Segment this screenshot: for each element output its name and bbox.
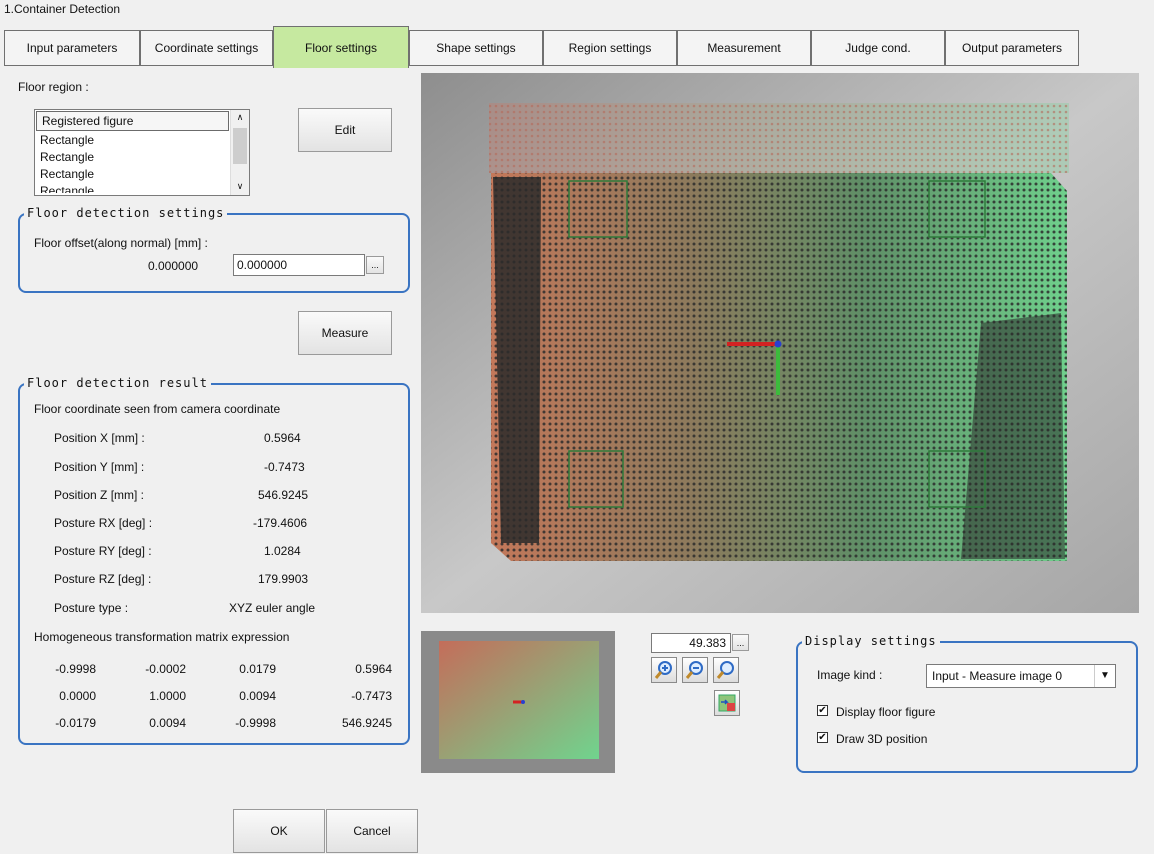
chevron-down-icon[interactable]: ▼: [1094, 665, 1115, 687]
floor-offset-label: Floor offset(along normal) [mm] :: [34, 236, 208, 250]
posture-rz-value: 179.9903: [258, 572, 309, 586]
posture-rz-label: Posture RZ [deg] :: [54, 572, 152, 586]
position-x-label: Position X [mm] :: [54, 431, 145, 445]
zoom-fit-button[interactable]: [713, 657, 739, 683]
window-title: 1.Container Detection: [4, 2, 121, 16]
posture-ry-label: Posture RY [deg] :: [54, 544, 152, 558]
edit-button[interactable]: Edit: [298, 108, 392, 152]
position-y-label: Position Y [mm] :: [54, 460, 145, 474]
tab-judge-cond[interactable]: Judge cond.: [811, 30, 945, 66]
image-kind-select[interactable]: Input - Measure image 0 ▼: [926, 664, 1116, 688]
matrix-cell: 546.9245: [341, 716, 392, 730]
position-y-value: -0.7473: [264, 460, 305, 474]
posture-ry-value: 1.0284: [264, 544, 301, 558]
position-x-value: 0.5964: [264, 431, 301, 445]
measurement-image-view[interactable]: [421, 73, 1139, 613]
floor-offset-ellipsis-button[interactable]: ...: [366, 256, 384, 274]
scrollbar-thumb[interactable]: [233, 128, 247, 164]
zoom-fit-icon: [716, 661, 734, 679]
matrix-cell: -0.7473: [351, 689, 392, 703]
position-z-value: 546.9245: [258, 488, 309, 502]
tab-region-settings[interactable]: Region settings: [543, 30, 677, 66]
image-swap-icon: [718, 694, 736, 712]
zoom-in-icon: [654, 661, 672, 679]
matrix-cell: -0.0179: [55, 716, 96, 730]
matrix-cell: 0.0094: [239, 689, 276, 703]
draw-3d-position-checkbox[interactable]: ✔: [817, 732, 828, 743]
display-floor-figure-checkbox[interactable]: ✔: [817, 705, 828, 716]
draw-3d-position-label: Draw 3D position: [836, 732, 928, 746]
image-kind-label: Image kind :: [817, 668, 883, 682]
tab-coordinate-settings[interactable]: Coordinate settings: [140, 30, 273, 66]
posture-type-label: Posture type :: [54, 601, 129, 615]
matrix-cell: -0.9998: [55, 662, 96, 676]
list-scrollbar[interactable]: ∧ ∨: [230, 110, 249, 195]
zoom-input[interactable]: 49.383: [651, 633, 731, 653]
thumbnail-image: [421, 631, 615, 773]
matrix-cell: 1.0000: [149, 689, 186, 703]
matrix-cell: -0.9998: [235, 716, 276, 730]
posture-rx-label: Posture RX [deg] :: [54, 516, 153, 530]
list-item[interactable]: Rectangle: [35, 149, 249, 166]
chevron-down-icon[interactable]: ∨: [231, 181, 249, 192]
ok-button[interactable]: OK: [233, 809, 325, 853]
tab-output-parameters[interactable]: Output parameters: [945, 30, 1079, 66]
chevron-up-icon[interactable]: ∧: [231, 112, 249, 123]
image-kind-value: Input - Measure image 0: [932, 669, 1063, 683]
overview-thumbnail[interactable]: [421, 631, 615, 773]
matrix-label: Homogeneous transformation matrix expres…: [34, 630, 290, 644]
zoom-in-button[interactable]: [651, 657, 677, 683]
matrix-cell: -0.0002: [145, 662, 186, 676]
position-z-label: Position Z [mm] :: [54, 488, 145, 502]
floor-detection-settings-group: Floor detection settings: [18, 206, 410, 293]
posture-type-value: XYZ euler angle: [229, 601, 316, 615]
zoom-ellipsis-button[interactable]: ...: [732, 634, 749, 651]
floor-offset-input[interactable]: 0.000000: [233, 254, 365, 276]
result-subtitle: Floor coordinate seen from camera coordi…: [34, 402, 281, 416]
cancel-button[interactable]: Cancel: [326, 809, 418, 853]
tab-measurement[interactable]: Measurement: [677, 30, 811, 66]
matrix-cell: 0.0094: [149, 716, 186, 730]
floor-region-label: Floor region :: [18, 80, 89, 94]
matrix-cell: 0.5964: [355, 662, 392, 676]
list-header: Registered figure: [36, 111, 229, 131]
zoom-out-button[interactable]: [682, 657, 708, 683]
list-item[interactable]: Rectangle: [35, 183, 249, 193]
tab-shape-settings[interactable]: Shape settings: [409, 30, 543, 66]
group-title: Display settings: [802, 634, 940, 648]
group-title: Floor detection settings: [24, 206, 228, 220]
list-item[interactable]: Rectangle: [35, 132, 249, 149]
floor-offset-current-value: 0.000000: [148, 259, 199, 273]
measure-button[interactable]: Measure: [298, 311, 392, 355]
matrix-cell: 0.0179: [239, 662, 276, 676]
zoom-out-icon: [685, 661, 703, 679]
posture-rx-value: -179.4606: [253, 516, 308, 530]
image-swap-button[interactable]: [714, 690, 740, 716]
matrix-cell: 0.0000: [59, 689, 96, 703]
display-floor-figure-label: Display floor figure: [836, 705, 936, 719]
list-item[interactable]: Rectangle: [35, 166, 249, 183]
tab-input-parameters[interactable]: Input parameters: [4, 30, 140, 66]
tab-bar: Input parameters Coordinate settings Flo…: [0, 26, 1154, 70]
tab-floor-settings[interactable]: Floor settings: [273, 26, 409, 68]
registered-figure-list[interactable]: Registered figure Rectangle Rectangle Re…: [34, 109, 250, 196]
point-cloud-image: [421, 73, 1139, 613]
group-title: Floor detection result: [24, 376, 211, 390]
